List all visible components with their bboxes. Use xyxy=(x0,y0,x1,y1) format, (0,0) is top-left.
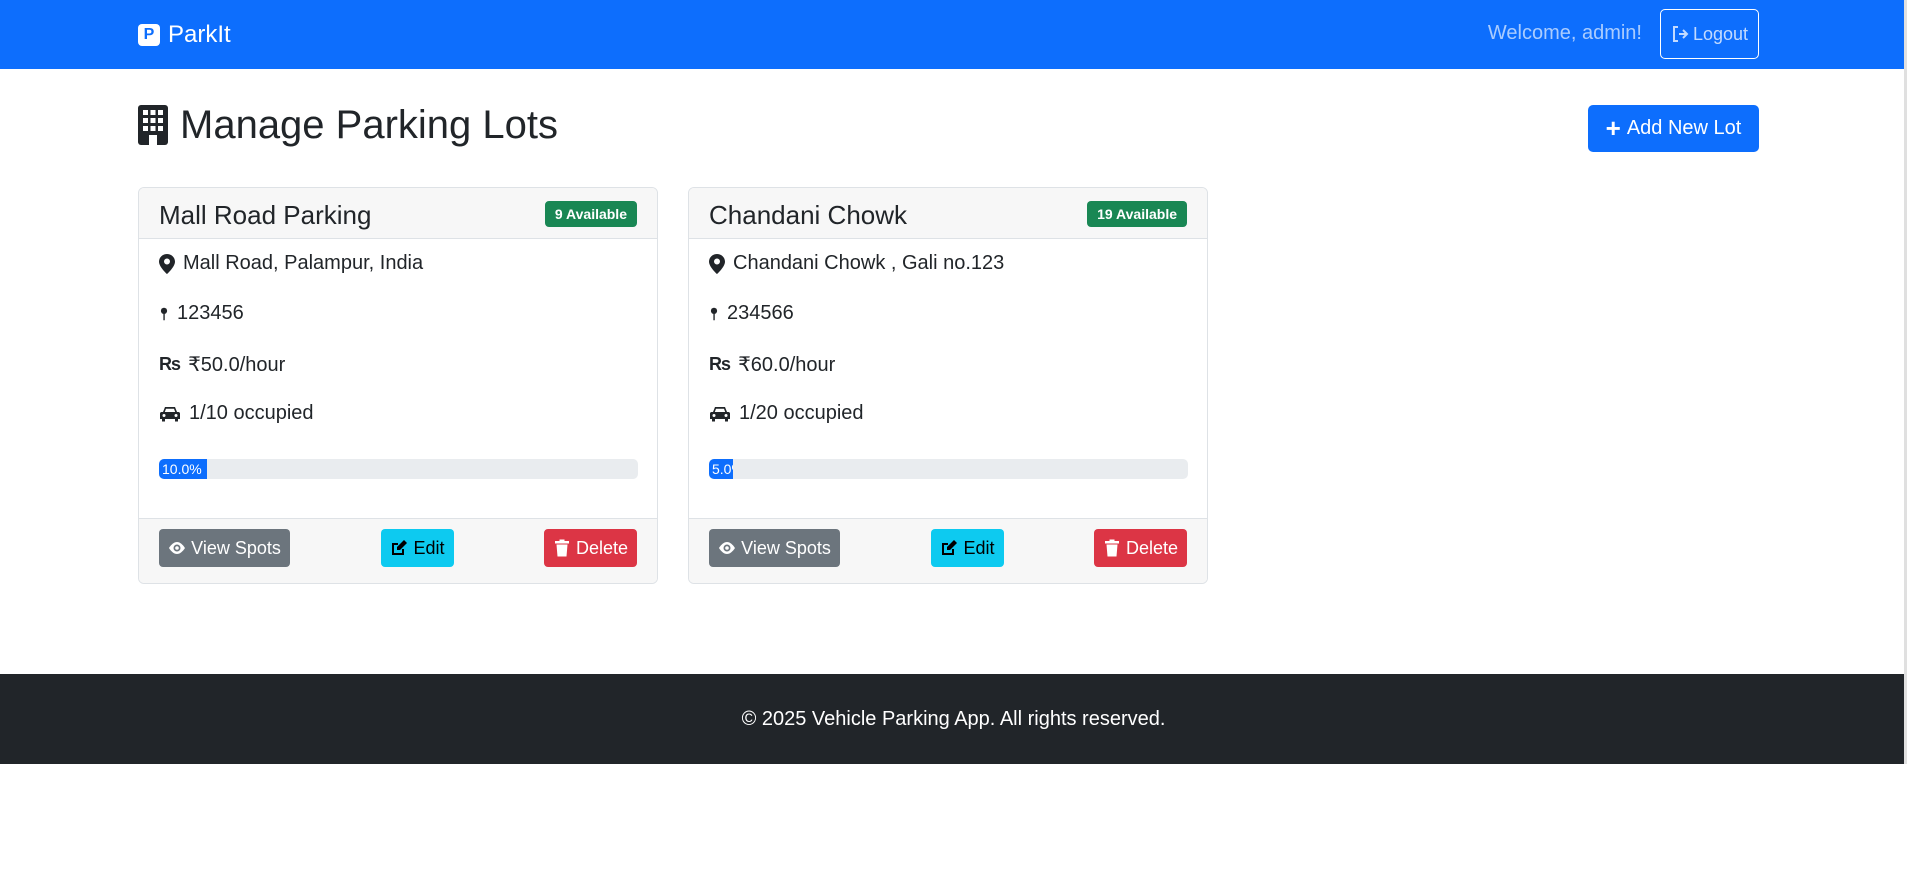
occupancy-progress-fill: 5.0% xyxy=(709,459,733,479)
lot-pincode-text: 234566 xyxy=(727,302,794,324)
add-new-lot-label: Add New Lot xyxy=(1626,117,1742,139)
lot-card-body: Mall Road, Palampur, India 123456 ₨ ₹50.… xyxy=(139,240,657,507)
lot-address-text: Mall Road, Palampur, India xyxy=(183,252,424,274)
lot-occupancy: 1/20 occupied xyxy=(709,402,864,425)
availability-badge: 9 Available xyxy=(544,201,637,227)
lot-card-header: Mall Road Parking 9 Available xyxy=(139,188,657,239)
edit-button[interactable]: Edit xyxy=(381,529,454,567)
building-icon xyxy=(138,105,168,145)
brand-link[interactable]: P ParkIt xyxy=(138,20,231,50)
view-spots-button[interactable]: View Spots xyxy=(159,529,290,567)
lot-name: Mall Road Parking xyxy=(159,200,372,230)
car-icon xyxy=(160,406,180,421)
edit-label: Edit xyxy=(963,537,995,558)
lot-occupancy-text: 1/10 occupied xyxy=(189,402,314,424)
edit-button[interactable]: Edit xyxy=(931,529,1004,567)
edit-icon xyxy=(392,540,408,555)
rupee-icon: ₨ xyxy=(709,354,731,374)
delete-button[interactable]: Delete xyxy=(1094,529,1187,567)
lot-card-footer: View Spots Edit Delete xyxy=(689,518,1207,583)
trash-icon xyxy=(554,539,569,557)
lot-card: Chandani Chowk 19 Available Chandani Cho… xyxy=(688,187,1208,584)
eye-icon xyxy=(719,542,736,554)
lot-pincode-text: 123456 xyxy=(177,302,244,324)
occupancy-progress-bar: 5.0% xyxy=(709,459,1188,479)
map-pin-icon xyxy=(710,307,718,320)
occupancy-progress-bar: 10.0% xyxy=(159,459,638,479)
page-title: Manage Parking Lots xyxy=(138,101,558,149)
edit-icon xyxy=(942,540,958,555)
plus-icon: + xyxy=(1605,112,1621,143)
lot-card-header: Chandani Chowk 19 Available xyxy=(689,188,1207,239)
map-pin-icon xyxy=(160,307,168,320)
eye-icon xyxy=(169,542,186,554)
map-marker-icon xyxy=(709,253,725,274)
lot-price: ₨ ₹60.0/hour xyxy=(709,352,835,377)
lot-pincode: 234566 xyxy=(709,302,794,325)
lot-card-body: Chandani Chowk , Gali no.123 234566 ₨ ₹6… xyxy=(689,240,1207,507)
edit-label: Edit xyxy=(413,537,445,558)
lot-price-text: ₹60.0/hour xyxy=(738,354,836,376)
page-footer: © 2025 Vehicle Parking App. All rights r… xyxy=(0,674,1907,764)
occupancy-progress-fill: 10.0% xyxy=(159,459,207,479)
trash-icon xyxy=(1104,539,1119,557)
logout-icon xyxy=(1672,26,1689,42)
lot-card-footer: View Spots Edit Delete xyxy=(139,518,657,583)
lot-pincode: 123456 xyxy=(159,302,244,325)
add-new-lot-button[interactable]: + Add New Lot xyxy=(1588,105,1759,152)
lot-occupancy-text: 1/20 occupied xyxy=(739,402,864,424)
lot-address-text: Chandani Chowk , Gali no.123 xyxy=(733,252,1005,274)
view-spots-button[interactable]: View Spots xyxy=(709,529,840,567)
delete-button[interactable]: Delete xyxy=(544,529,637,567)
delete-label: Delete xyxy=(1125,537,1179,558)
lot-address: Chandani Chowk , Gali no.123 xyxy=(709,252,1004,275)
footer-text: © 2025 Vehicle Parking App. All rights r… xyxy=(741,707,1166,730)
view-spots-label: View Spots xyxy=(191,537,281,558)
map-marker-icon xyxy=(159,253,175,274)
car-icon xyxy=(710,406,730,421)
lot-name: Chandani Chowk xyxy=(709,200,908,230)
parking-icon: P xyxy=(138,24,160,46)
lot-address: Mall Road, Palampur, India xyxy=(159,252,423,275)
availability-badge: 19 Available xyxy=(1087,201,1187,227)
page-title-text: Manage Parking Lots xyxy=(180,102,559,147)
lot-occupancy: 1/10 occupied xyxy=(159,402,314,425)
navbar: P ParkIt Welcome, admin! Logout xyxy=(0,0,1907,69)
lot-price-text: ₹50.0/hour xyxy=(188,354,286,376)
brand-name: ParkIt xyxy=(168,21,231,48)
logout-button[interactable]: Logout xyxy=(1660,9,1759,59)
view-spots-label: View Spots xyxy=(741,537,831,558)
lot-price: ₨ ₹50.0/hour xyxy=(159,352,285,377)
lot-card: Mall Road Parking 9 Available Mall Road,… xyxy=(138,187,658,584)
delete-label: Delete xyxy=(575,537,629,558)
rupee-icon: ₨ xyxy=(159,354,181,374)
welcome-text: Welcome, admin! xyxy=(1487,22,1642,44)
logout-label: Logout xyxy=(1692,23,1749,44)
